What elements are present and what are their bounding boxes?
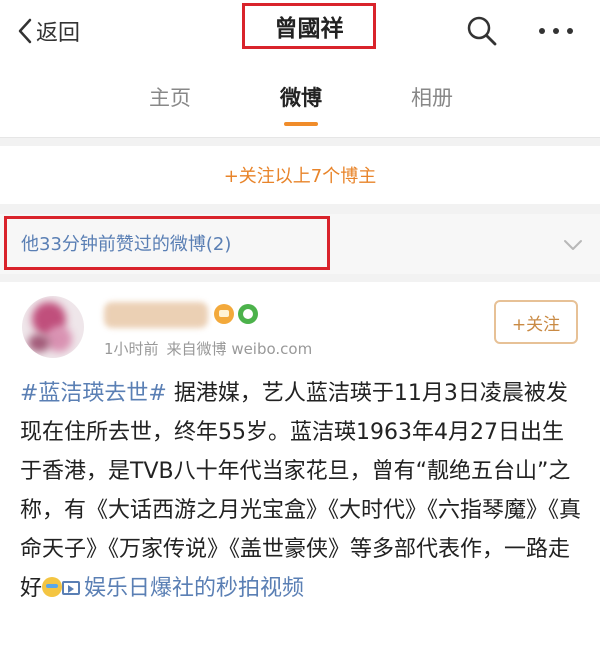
topic-link[interactable]: #蓝洁瑛去世# <box>20 381 167 406</box>
chevron-left-icon <box>18 18 32 44</box>
chevron-down-icon[interactable] <box>562 234 584 256</box>
active-tab-indicator <box>284 122 318 126</box>
post-meta: 1小时前 来自微博 weibo.com <box>104 338 320 359</box>
liked-posts-label: 他33分钟前赞过的微博(2) <box>21 234 232 255</box>
back-button[interactable]: 返回 <box>18 14 80 48</box>
highlight-box-liked: 他33分钟前赞过的微博(2) <box>4 216 330 270</box>
more-icon[interactable] <box>534 15 578 47</box>
level-badge-icon <box>238 304 258 324</box>
avatar[interactable] <box>22 296 84 358</box>
username-blurred[interactable] <box>104 302 208 328</box>
crying-emoji-icon <box>42 577 63 597</box>
liked-posts-row[interactable]: 他33分钟前赞过的微博(2) <box>0 214 600 274</box>
search-icon[interactable] <box>466 15 498 47</box>
video-link[interactable]: 娱乐日爆社的秒拍视频 <box>62 576 304 601</box>
vip-badge-icon <box>214 304 234 324</box>
video-link-label: 娱乐日爆社的秒拍视频 <box>84 576 305 601</box>
tab-home[interactable]: 主页 <box>140 82 200 112</box>
follow-button[interactable]: +关注 <box>494 300 578 344</box>
top-bar: 返回 曾國祥 <box>0 0 600 62</box>
back-label: 返回 <box>36 21 81 46</box>
weibo-post: 1小时前 来自微博 weibo.com +关注 #蓝洁瑛去世# 据港媒，艺人蓝洁瑛… <box>0 282 600 662</box>
tab-weibo[interactable]: 微博 <box>271 82 331 112</box>
post-body: #蓝洁瑛去世# 据港媒，艺人蓝洁瑛于11月3日凌晨被发现在住所去世，终年55岁。… <box>20 374 582 608</box>
post-source: 来自微博 weibo.com <box>166 340 313 358</box>
video-icon <box>62 581 81 595</box>
tab-album[interactable]: 相册 <box>402 82 462 112</box>
profile-tabs: 主页 微博 相册 <box>0 62 600 138</box>
post-time: 1小时前 <box>104 340 159 358</box>
follow-all-button[interactable]: +关注以上7个博主 <box>0 146 600 204</box>
page-title: 曾國祥 <box>274 16 344 42</box>
post-text: 据港媒，艺人蓝洁瑛于11月3日凌晨被发现在住所去世，终年55岁。蓝洁瑛1963年… <box>20 381 582 601</box>
highlight-box-title: 曾國祥 <box>242 3 376 49</box>
